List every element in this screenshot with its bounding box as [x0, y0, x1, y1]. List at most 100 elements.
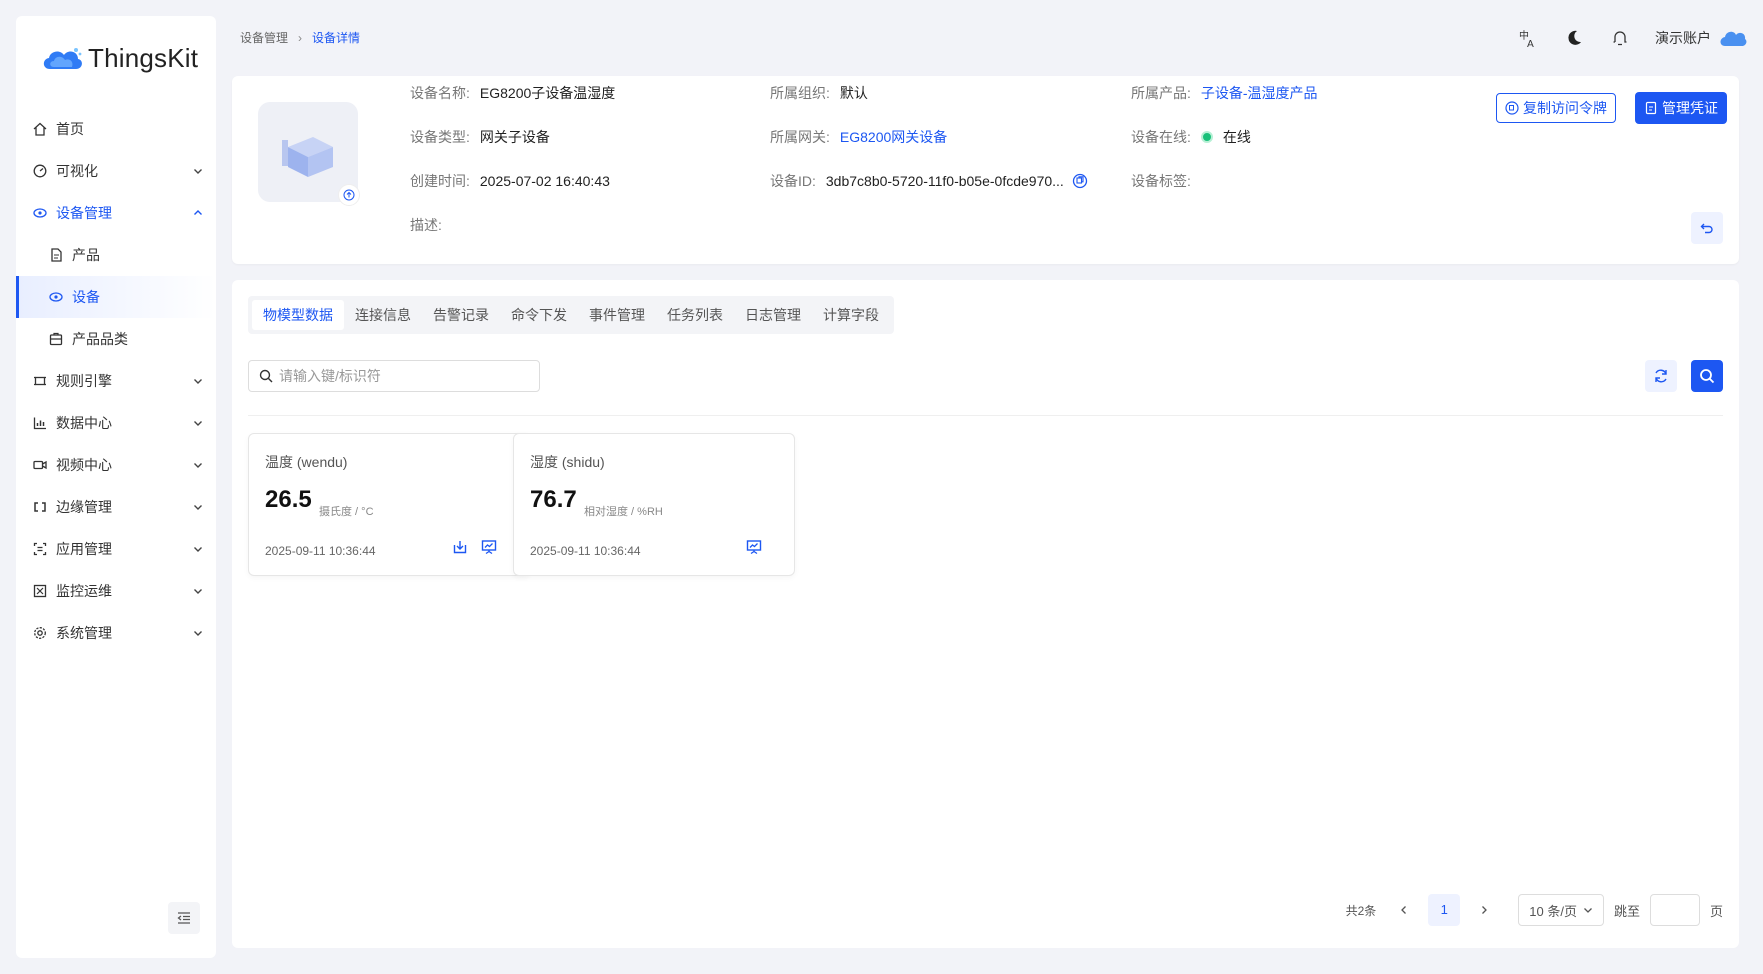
device-id-value: 3db7c8b0-5720-11f0-b05e-0fcde970... — [825, 173, 1064, 189]
tab-log-management[interactable]: 日志管理 — [734, 300, 812, 330]
pagination: 共2条 1 10 条/页 跳至 页 — [1346, 894, 1723, 926]
sidebar-item-data-center[interactable]: 数据中心 — [16, 402, 216, 444]
chevron-down-icon — [194, 169, 202, 174]
account-name[interactable]: 演示账户 — [1655, 28, 1711, 48]
app-logo[interactable]: ThingsKit — [16, 28, 216, 88]
sidebar-item-label: 应用管理 — [56, 541, 112, 557]
org-field: 所属组织: 默认 — [770, 83, 868, 103]
chevron-down-icon — [194, 589, 202, 594]
sidebar-item-label: 规则引擎 — [56, 373, 112, 389]
tab-task-list[interactable]: 任务列表 — [656, 300, 734, 330]
sidebar-item-system-management[interactable]: 系统管理 — [16, 612, 216, 654]
field-label: 所属网关: — [770, 129, 830, 145]
translate-icon[interactable]: 中A — [1517, 27, 1539, 49]
chevron-down-icon — [194, 631, 202, 636]
tab-alarm-records[interactable]: 告警记录 — [422, 300, 500, 330]
thing-model-data-panel: 物模型数据 连接信息 告警记录 命令下发 事件管理 任务列表 日志管理 计算字段… — [232, 280, 1739, 948]
page-size-select[interactable]: 10 条/页 — [1518, 894, 1604, 926]
notification-bell-icon[interactable] — [1609, 27, 1631, 49]
sidebar-item-device-management[interactable]: 设备管理 — [16, 192, 216, 234]
manage-credentials-button[interactable]: 管理凭证 — [1635, 92, 1727, 124]
field-label: 所属组织: — [770, 85, 830, 101]
org-value: 默认 — [839, 85, 868, 101]
copy-access-token-button[interactable]: 复制访问令牌 — [1496, 93, 1616, 123]
sidebar-item-monitoring[interactable]: 监控运维 — [16, 570, 216, 612]
search-icon — [259, 369, 273, 383]
sidebar-item-video-center[interactable]: 视频中心 — [16, 444, 216, 486]
gateway-link[interactable]: EG8200网关设备 — [840, 127, 947, 147]
history-chart-button[interactable] — [480, 538, 498, 556]
prev-page-button[interactable] — [1388, 894, 1420, 926]
copy-icon[interactable] — [1072, 173, 1088, 189]
category-icon — [48, 331, 64, 347]
attribute-value: 26.5 — [265, 486, 312, 513]
sidebar-item-label: 数据中心 — [56, 415, 112, 431]
app-icon — [32, 541, 48, 557]
attribute-unit: 摄氏度 / °C — [319, 506, 374, 518]
sidebar-item-label: 设备 — [72, 289, 100, 305]
attribute-timestamp: 2025-09-11 10:36:44 — [265, 544, 376, 558]
search-field[interactable] — [248, 360, 540, 392]
sidebar-item-device[interactable]: 设备 — [16, 276, 216, 318]
collapse-sidebar-button[interactable] — [168, 902, 200, 934]
back-button[interactable] — [1691, 212, 1723, 244]
online-field: 设备在线: 在线 — [1131, 127, 1251, 147]
tab-thing-model-data[interactable]: 物模型数据 — [252, 300, 344, 330]
product-link[interactable]: 子设备-温湿度产品 — [1201, 83, 1318, 103]
upload-icon — [343, 189, 355, 201]
created-time-value: 2025-07-02 16:40:43 — [479, 173, 610, 189]
history-chart-button[interactable] — [745, 538, 763, 556]
attribute-title: 湿度 (shidu) — [530, 454, 605, 470]
chevron-down-icon — [194, 505, 202, 510]
page-suffix-label: 页 — [1709, 903, 1723, 919]
sidebar-item-product[interactable]: 产品 — [16, 234, 216, 276]
sidebar-item-label: 监控运维 — [56, 583, 112, 599]
copy-access-token-label: 复制访问令牌 — [1523, 100, 1607, 116]
sidebar-item-edge-management[interactable]: 边缘管理 — [16, 486, 216, 528]
device-id-field: 设备ID: 3db7c8b0-5720-11f0-b05e-0fcde970..… — [770, 171, 1088, 191]
created-time-field: 创建时间: 2025-07-02 16:40:43 — [410, 171, 610, 191]
next-page-button[interactable] — [1468, 894, 1500, 926]
svg-text:A: A — [1527, 39, 1534, 48]
field-label: 设备标签: — [1131, 173, 1191, 189]
sidebar-item-rule-engine[interactable]: 规则引擎 — [16, 360, 216, 402]
upload-image-button[interactable] — [338, 184, 360, 206]
device-info-card: 设备名称: EG8200子设备温湿度 所属组织: 默认 所属产品: 子设备-温湿… — [232, 76, 1739, 264]
sidebar-item-label: 首页 — [56, 121, 84, 137]
tab-command-dispatch[interactable]: 命令下发 — [500, 300, 578, 330]
pagination-total: 共2条 — [1345, 903, 1377, 918]
download-tray-icon — [453, 541, 467, 554]
dashboard-icon — [32, 163, 48, 179]
credentials-icon — [1644, 101, 1658, 115]
refresh-button[interactable] — [1645, 360, 1677, 392]
chart-icon — [32, 415, 48, 431]
sidebar-menu: 首页 可视化 设备管理 产品 设备 产品品类 规则引擎 数据中心 视频中心 边缘… — [16, 108, 216, 654]
sidebar-item-visualization[interactable]: 可视化 — [16, 150, 216, 192]
send-data-button[interactable] — [451, 538, 469, 556]
attribute-value: 76.7 — [530, 486, 577, 513]
chevron-up-icon — [194, 210, 202, 215]
tab-computed-fields[interactable]: 计算字段 — [812, 300, 890, 330]
manage-credentials-label: 管理凭证 — [1662, 100, 1718, 116]
breadcrumb-parent[interactable]: 设备管理 — [240, 29, 288, 46]
search-icon — [1700, 369, 1715, 384]
device-icon — [48, 289, 64, 305]
online-status-dot — [1200, 131, 1213, 143]
field-label: 设备ID: — [770, 173, 816, 189]
sidebar-item-label: 视频中心 — [56, 457, 112, 473]
search-button[interactable] — [1691, 360, 1723, 392]
sidebar-item-app-management[interactable]: 应用管理 — [16, 528, 216, 570]
sidebar-item-label: 设备管理 — [56, 205, 112, 221]
video-icon — [32, 457, 48, 473]
avatar[interactable] — [1719, 26, 1747, 50]
page-number-button[interactable]: 1 — [1428, 894, 1461, 926]
sidebar-item-home[interactable]: 首页 — [16, 108, 216, 150]
jump-page-input[interactable] — [1649, 894, 1700, 926]
attribute-timestamp: 2025-09-11 10:36:44 — [530, 544, 641, 558]
chevron-down-icon — [194, 547, 202, 552]
dark-mode-moon-icon[interactable] — [1563, 27, 1585, 49]
tab-event-management[interactable]: 事件管理 — [578, 300, 656, 330]
tab-connection-info[interactable]: 连接信息 — [344, 300, 422, 330]
sidebar-item-product-category[interactable]: 产品品类 — [16, 318, 216, 360]
search-input[interactable] — [279, 368, 519, 384]
